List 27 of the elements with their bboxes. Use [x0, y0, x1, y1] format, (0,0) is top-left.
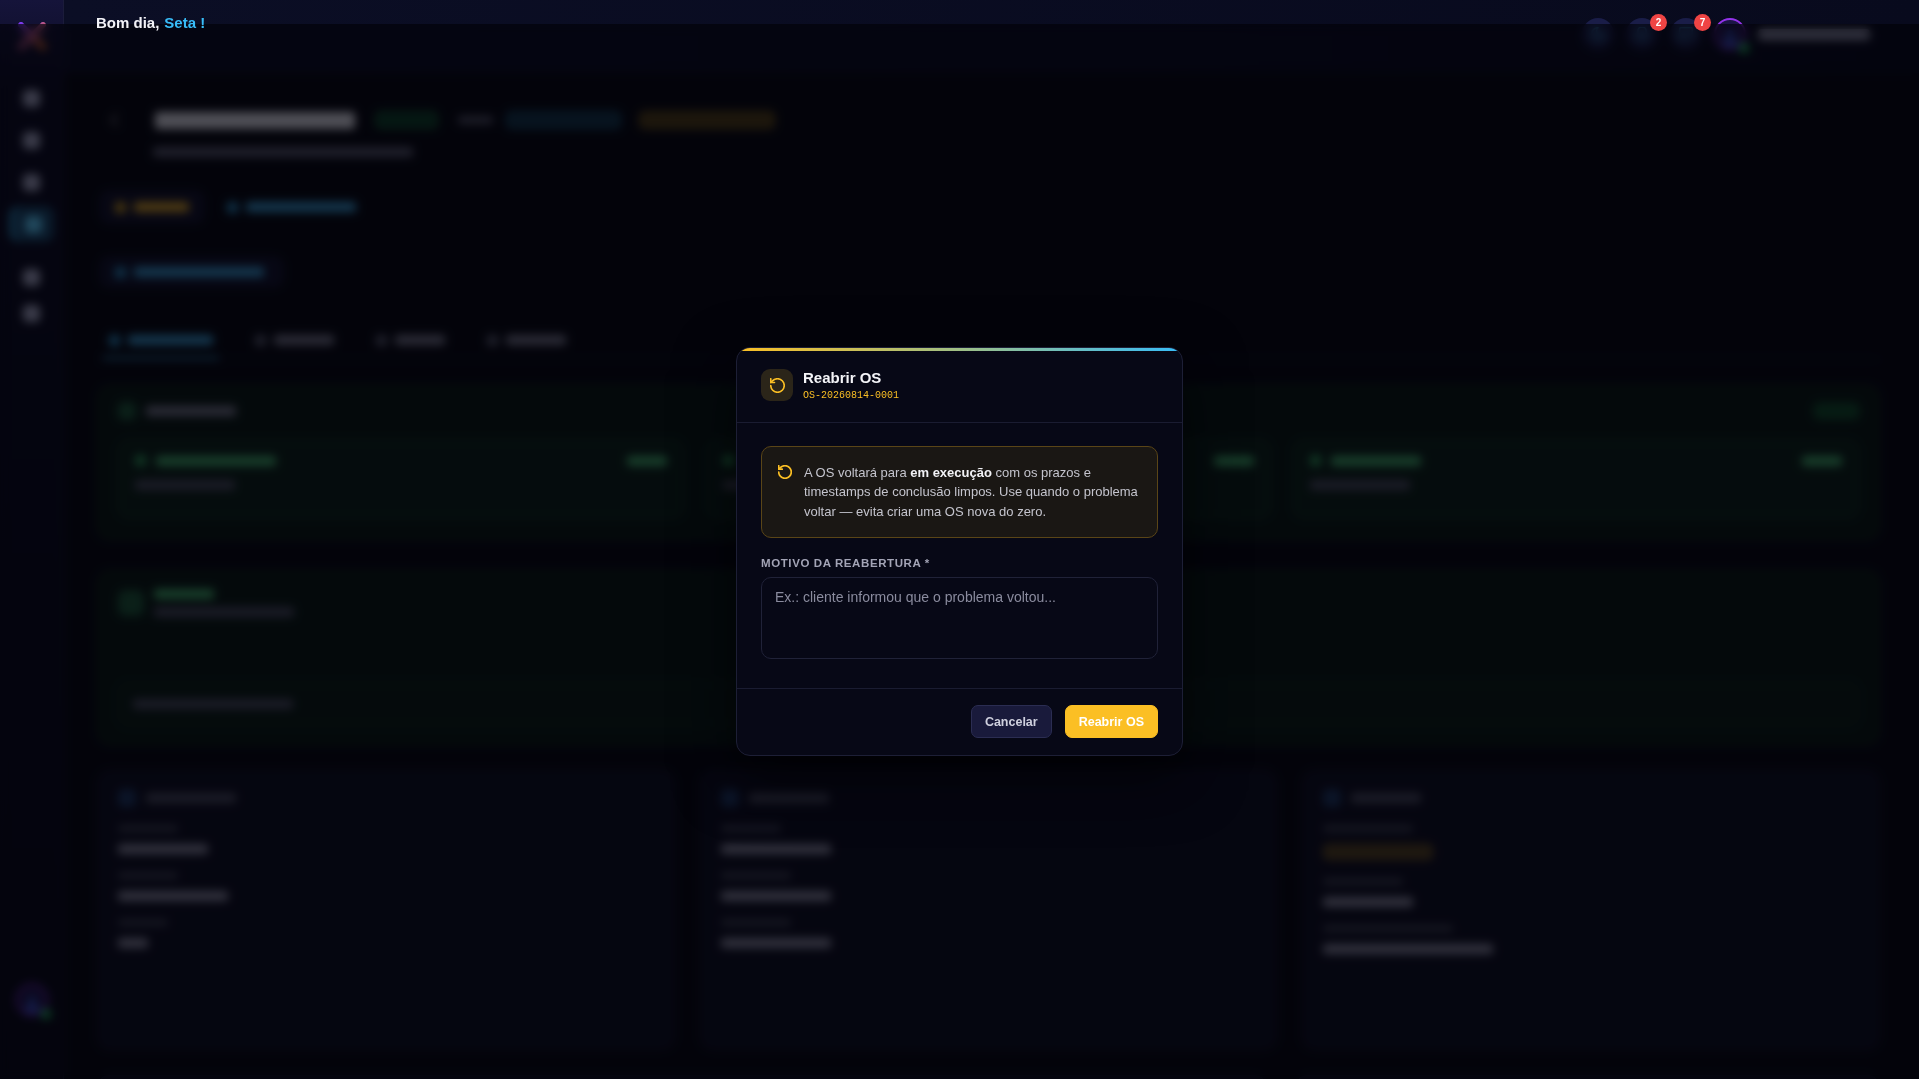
- cancel-button[interactable]: Cancelar: [970, 705, 1052, 739]
- sidebar-nav-button[interactable]: [20, 302, 43, 324]
- sidebar-nav-button[interactable]: [20, 266, 43, 288]
- notice-text: A OS voltará para em execução com os prazos e timestamps de conclusão limpos. Use quando o problema voltar — evita criar uma OS nova do zero.: [804, 463, 1139, 521]
- field-label: MOTIVO DA REABERTURA *: [761, 556, 931, 571]
- sidebar-nav-button[interactable]: [20, 129, 43, 151]
- sidebar-nav-button[interactable]: [20, 87, 43, 109]
- avatar-icon[interactable]: [1714, 18, 1746, 50]
- dialog-title: Reabrir OS: [803, 368, 883, 387]
- chat-bubble-icon: [1679, 27, 1693, 41]
- circular-arrow-icon: [761, 369, 793, 402]
- logo-icon: [16, 22, 47, 50]
- circular-arrow-icon: [778, 464, 792, 479]
- square-icon: [23, 268, 40, 286]
- notification-badge: 2: [1650, 14, 1667, 31]
- order-number: OS-20260814-0001: [803, 389, 899, 402]
- square-icon: [24, 215, 42, 233]
- square-icon: [23, 89, 40, 107]
- user-first-name: Seta !: [164, 14, 206, 32]
- bell-icon: [1635, 27, 1649, 41]
- square-icon: [23, 173, 40, 191]
- square-icon: [23, 131, 40, 149]
- greeting-text: Bom dia,: [96, 14, 160, 32]
- reason-field[interactable]: Ex.: cliente informou que o problema voltou...: [761, 577, 1158, 660]
- sidebar-nav-button[interactable]: [20, 171, 43, 193]
- square-icon: [23, 304, 40, 322]
- notification-badge: 7: [1694, 14, 1711, 31]
